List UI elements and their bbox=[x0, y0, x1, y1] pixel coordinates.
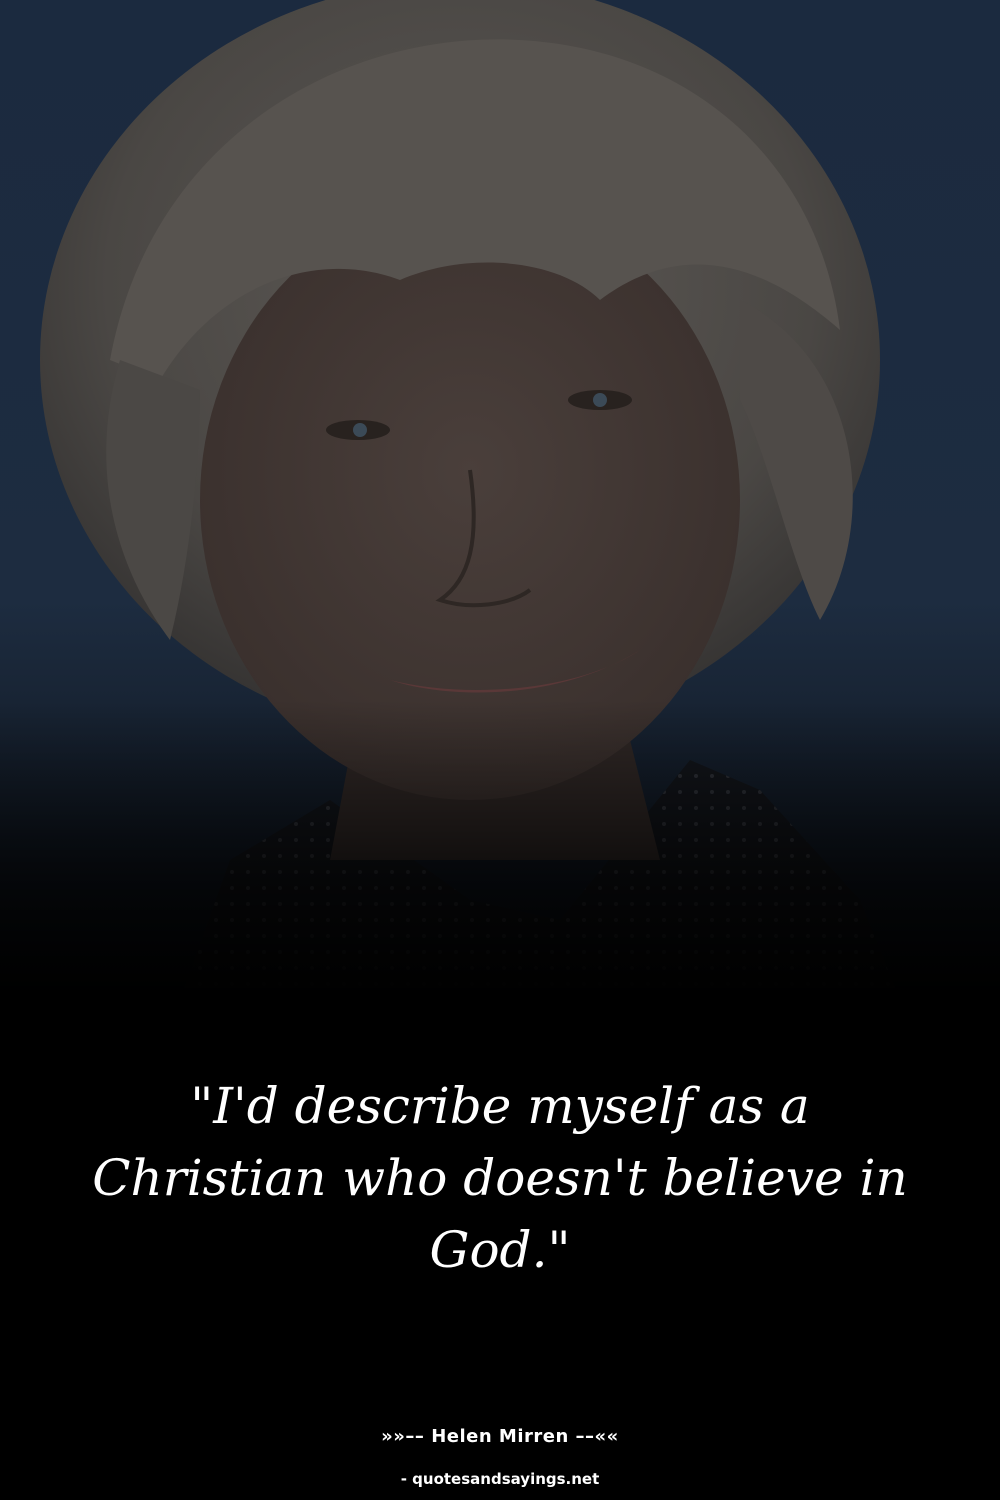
author-attribution: »»–– Helen Mirren ––«« bbox=[381, 1426, 619, 1447]
source-site: - quotesandsayings.net bbox=[400, 1470, 600, 1488]
photo-fade-overlay bbox=[0, 700, 1000, 1000]
quote-poster: "I'd describe myself as a Christian who … bbox=[0, 0, 1000, 1500]
quote-text: "I'd describe myself as a Christian who … bbox=[92, 1077, 908, 1279]
